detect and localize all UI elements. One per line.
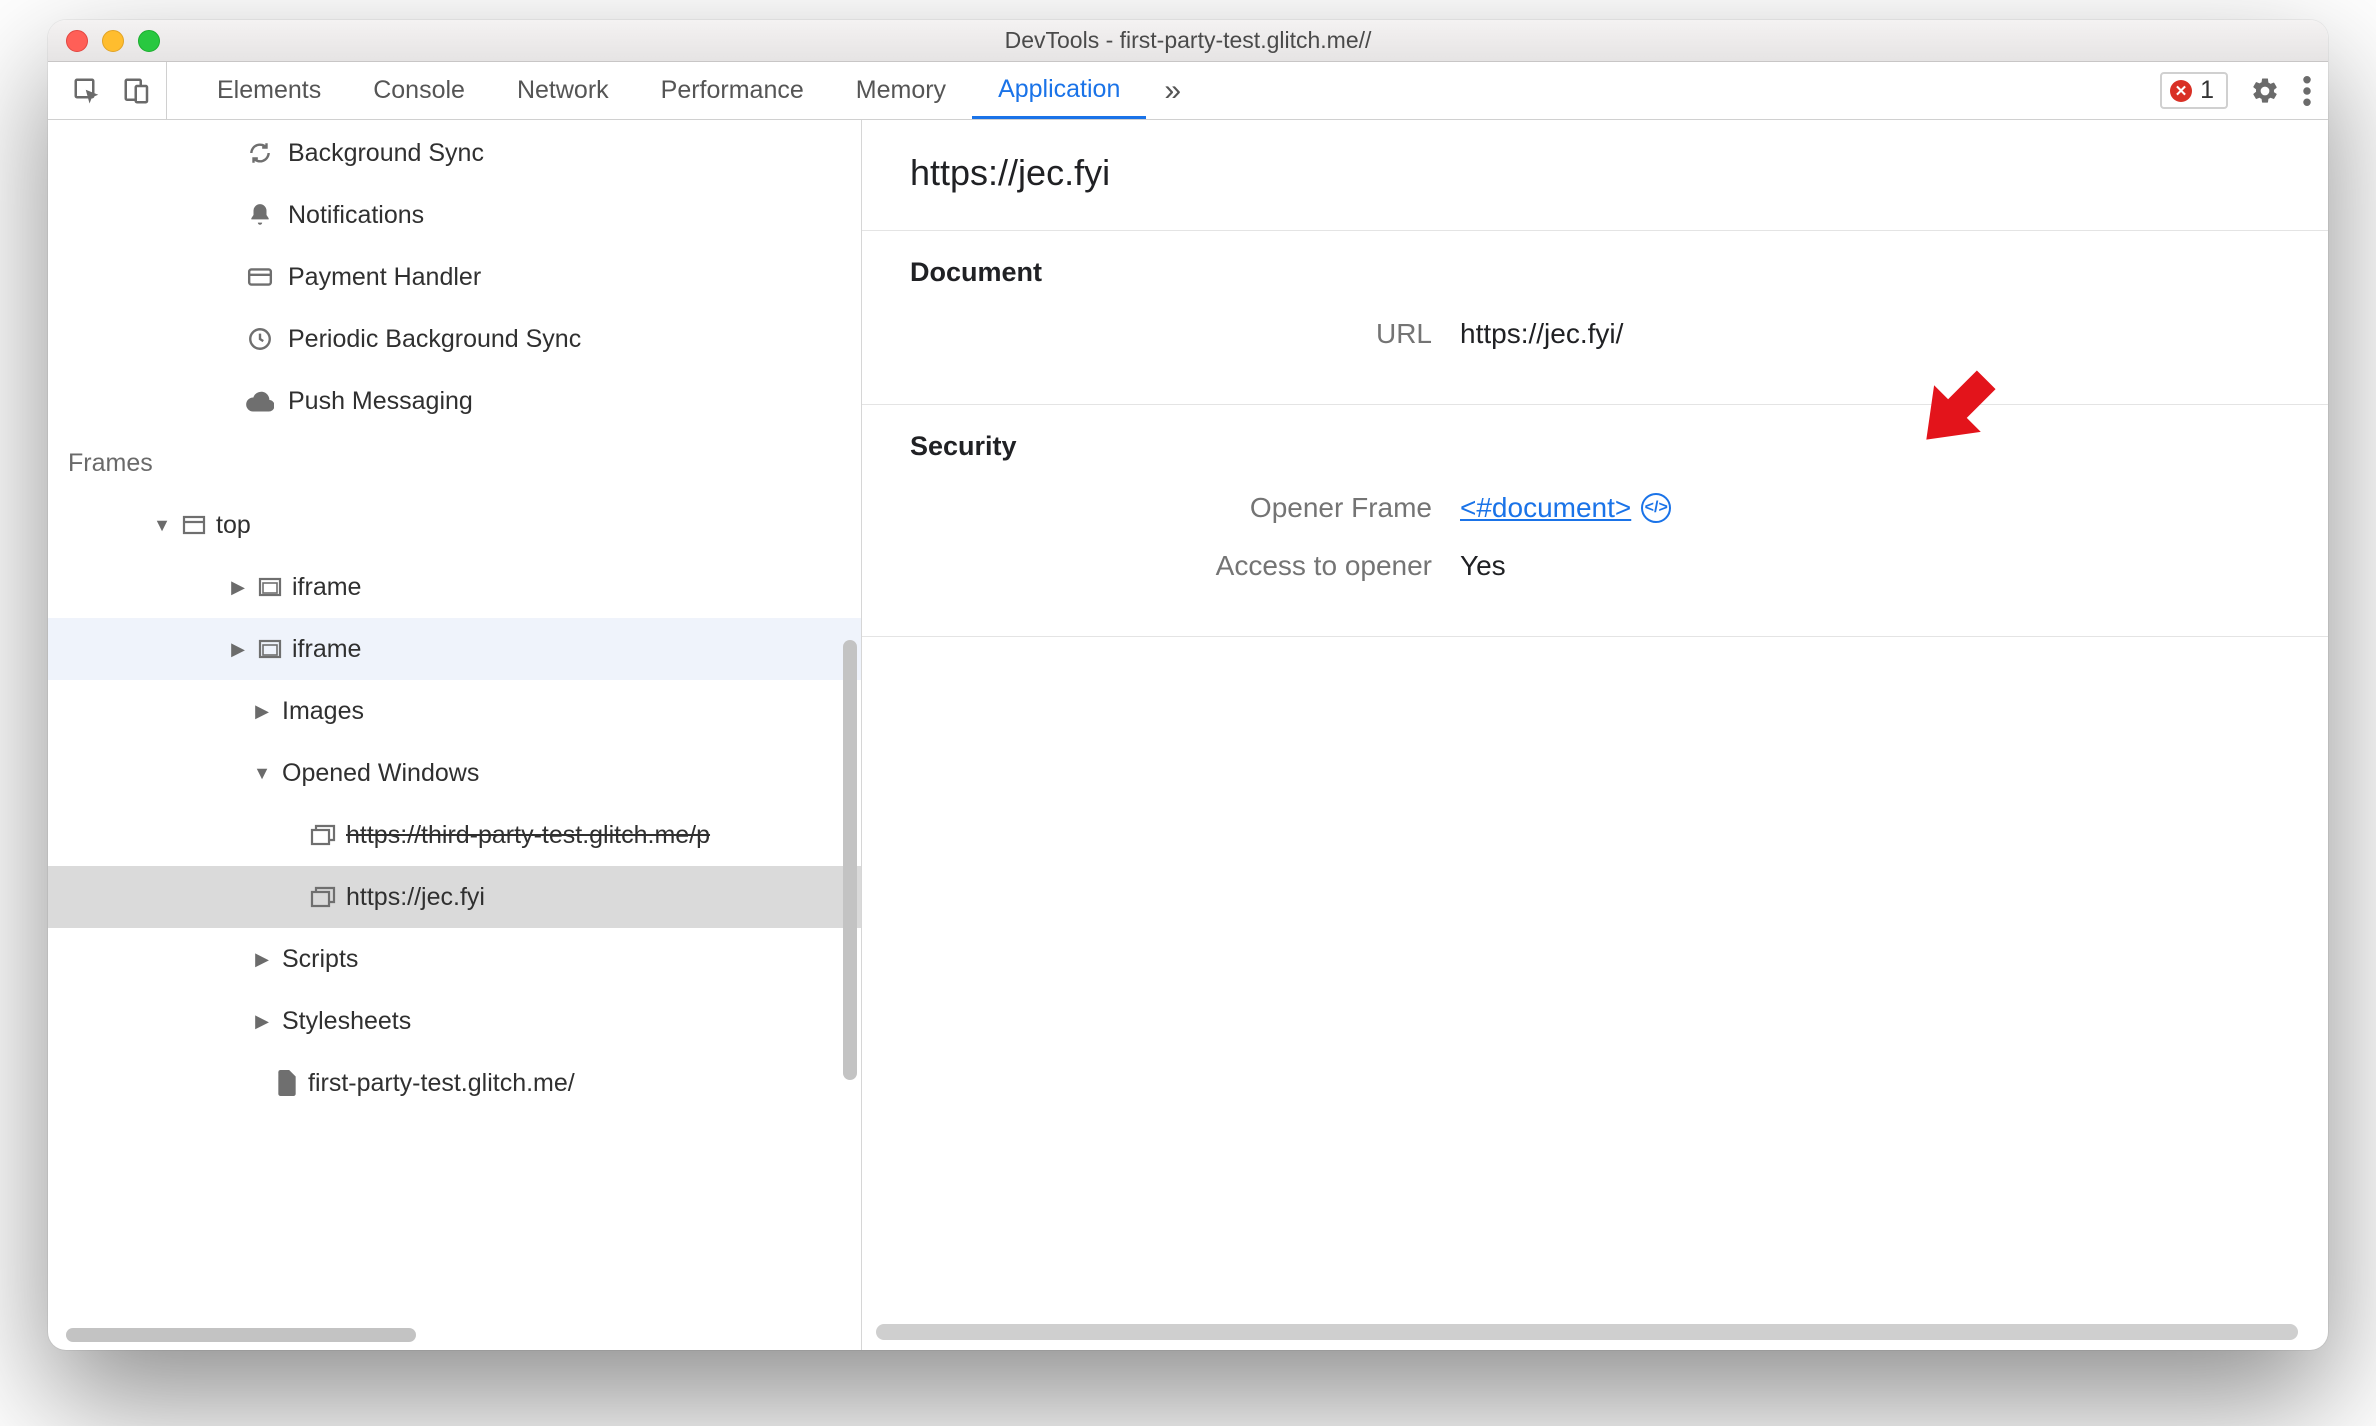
frame-iframe-1[interactable]: ▶ iframe — [48, 556, 861, 618]
tree-label: top — [216, 511, 251, 540]
document-url-row: URL https://jec.fyi/ — [910, 318, 2280, 350]
tree-label: iframe — [292, 635, 361, 664]
opener-frame-row: Opener Frame <#document> </> — [910, 492, 2280, 524]
tab-memory[interactable]: Memory — [830, 62, 972, 119]
window-title: DevTools - first-party-test.glitch.me// — [48, 27, 2328, 54]
tree-opened-windows[interactable]: ▼ Opened Windows — [48, 742, 861, 804]
tree-label: Opened Windows — [282, 759, 479, 788]
device-toggle-icon[interactable] — [122, 76, 152, 106]
url-key: URL — [910, 318, 1460, 350]
devtools-body: Background Sync Notifications Payment Ha… — [48, 120, 2328, 1350]
application-sidebar: Background Sync Notifications Payment Ha… — [48, 120, 862, 1350]
sidebar-item-label: Periodic Background Sync — [288, 325, 581, 354]
sidebar-item-label: Background Sync — [288, 139, 484, 168]
settings-icon[interactable] — [2250, 76, 2280, 106]
frame-details-pane: https://jec.fyi Document URL https://jec… — [862, 120, 2328, 1350]
sidebar-item-background-sync[interactable]: Background Sync — [48, 122, 861, 184]
bell-icon — [244, 202, 276, 228]
expand-icon[interactable]: ▼ — [252, 763, 272, 784]
document-section: Document URL https://jec.fyi/ — [862, 231, 2328, 405]
devtools-tabs: Elements Console Network Performance Mem… — [167, 62, 2160, 119]
opener-frame-link[interactable]: <#document> — [1460, 492, 1631, 524]
security-section: Security Opener Frame <#document> </> Ac… — [862, 405, 2328, 637]
tree-images[interactable]: ▶ Images — [48, 680, 861, 742]
error-count-badge[interactable]: ✕ 1 — [2160, 72, 2228, 109]
more-tabs-button[interactable]: » — [1146, 74, 1199, 108]
tree-label: Images — [282, 697, 364, 726]
opened-window-jec-fyi[interactable]: https://jec.fyi — [48, 866, 861, 928]
document-icon — [276, 1070, 298, 1096]
reveal-in-elements-icon[interactable]: </> — [1641, 493, 1671, 523]
clock-icon — [244, 326, 276, 352]
url-value: https://jec.fyi/ — [1460, 318, 1623, 350]
sidebar-item-label: Push Messaging — [288, 387, 473, 416]
security-heading: Security — [910, 431, 2280, 462]
frame-url-title: https://jec.fyi — [862, 120, 2328, 231]
window-multi-icon — [310, 885, 336, 909]
tree-label: iframe — [292, 573, 361, 602]
devtools-toolbar: Elements Console Network Performance Mem… — [48, 62, 2328, 120]
cloud-icon — [244, 390, 276, 412]
error-count: 1 — [2200, 76, 2214, 105]
window-icon — [182, 514, 206, 536]
tree-document[interactable]: first-party-test.glitch.me/ — [48, 1052, 861, 1114]
annotation-arrow-icon — [1904, 352, 2014, 462]
expand-icon[interactable]: ▼ — [152, 515, 172, 536]
sidebar-vertical-scrollbar[interactable] — [843, 640, 857, 1080]
inspect-element-icon[interactable] — [72, 76, 102, 106]
tab-network[interactable]: Network — [491, 62, 635, 119]
sync-icon — [244, 140, 276, 166]
frame-icon — [258, 638, 282, 660]
tab-elements[interactable]: Elements — [191, 62, 347, 119]
document-heading: Document — [910, 257, 2280, 288]
window-multi-icon — [310, 823, 336, 847]
tree-label: https://third-party-test.glitch.me/p — [346, 821, 710, 850]
tree-label: first-party-test.glitch.me/ — [308, 1069, 575, 1098]
frame-iframe-2[interactable]: ▶ iframe — [48, 618, 861, 680]
sidebar-item-label: Payment Handler — [288, 263, 481, 292]
devtools-window: DevTools - first-party-test.glitch.me// … — [48, 20, 2328, 1350]
tree-label: https://jec.fyi — [346, 883, 485, 912]
main-horizontal-scrollbar[interactable] — [876, 1324, 2298, 1340]
expand-icon[interactable]: ▶ — [228, 577, 248, 598]
frame-icon — [258, 576, 282, 598]
tab-performance[interactable]: Performance — [635, 62, 830, 119]
sidebar-item-push-messaging[interactable]: Push Messaging — [48, 370, 861, 432]
sidebar-item-periodic-sync[interactable]: Periodic Background Sync — [48, 308, 861, 370]
opened-window-closed[interactable]: https://third-party-test.glitch.me/p — [48, 804, 861, 866]
sidebar-horizontal-scrollbar[interactable] — [66, 1328, 416, 1342]
tree-scripts[interactable]: ▶ Scripts — [48, 928, 861, 990]
expand-icon[interactable]: ▶ — [252, 949, 272, 970]
window-titlebar: DevTools - first-party-test.glitch.me// — [48, 20, 2328, 62]
tab-console[interactable]: Console — [347, 62, 491, 119]
error-icon: ✕ — [2170, 80, 2192, 102]
sidebar-item-label: Notifications — [288, 201, 424, 230]
credit-card-icon — [244, 264, 276, 290]
tab-application[interactable]: Application — [972, 62, 1146, 119]
more-options-icon[interactable] — [2302, 76, 2312, 106]
tree-stylesheets[interactable]: ▶ Stylesheets — [48, 990, 861, 1052]
tree-label: Stylesheets — [282, 1007, 411, 1036]
tree-label: Scripts — [282, 945, 358, 974]
frames-heading: Frames — [48, 432, 861, 494]
sidebar-item-payment-handler[interactable]: Payment Handler — [48, 246, 861, 308]
opener-frame-key: Opener Frame — [910, 492, 1460, 524]
expand-icon[interactable]: ▶ — [228, 639, 248, 660]
expand-icon[interactable]: ▶ — [252, 1011, 272, 1032]
access-to-opener-row: Access to opener Yes — [910, 550, 2280, 582]
sidebar-item-notifications[interactable]: Notifications — [48, 184, 861, 246]
access-value: Yes — [1460, 550, 1506, 582]
expand-icon[interactable]: ▶ — [252, 701, 272, 722]
access-key: Access to opener — [910, 550, 1460, 582]
frame-top[interactable]: ▼ top — [48, 494, 861, 556]
